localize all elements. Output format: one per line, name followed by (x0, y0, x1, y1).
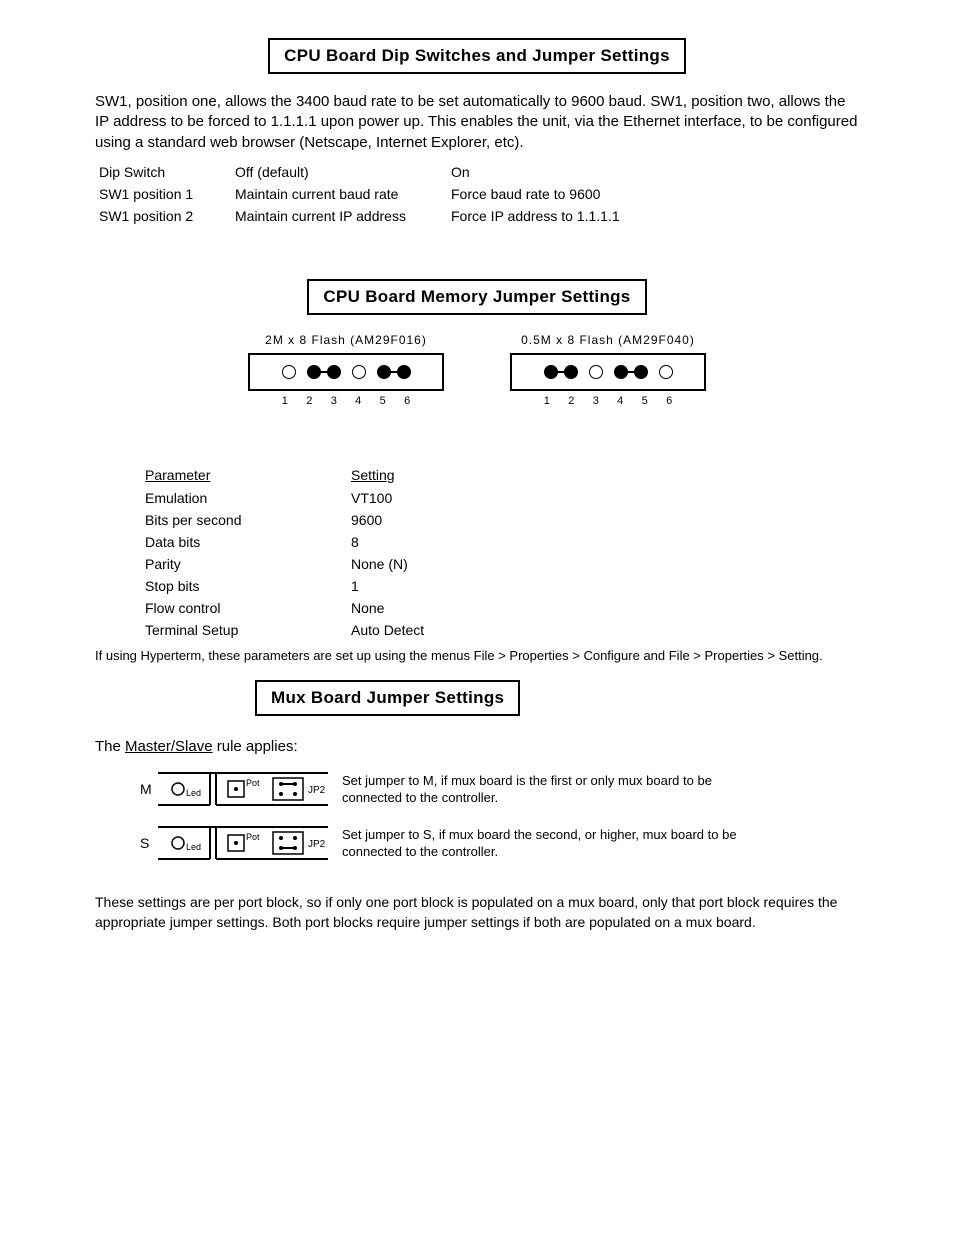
jp2-label: JP2 (308, 785, 326, 796)
jp1-left-n5: 5 (373, 395, 393, 407)
dip-switch-table: Dip Switch Off (default) On SW1 position… (99, 161, 667, 227)
jp1-right-n2: 2 (561, 395, 581, 407)
dip-hdr-switch: Dip Switch (99, 161, 235, 183)
p-r3c1: Data bits (145, 531, 351, 553)
jp1-diagram-row: 2M x 8 Flash (AM29F016) 1 2 3 (85, 333, 869, 409)
terminal-params-table: Parameter Setting EmulationVT100 Bits pe… (145, 463, 460, 641)
hyperterm-note: If using Hyperterm, these parameters are… (95, 647, 859, 665)
jp1-left-pin3 (327, 365, 341, 379)
jp1-left: 2M x 8 Flash (AM29F016) 1 2 3 (248, 333, 444, 409)
jp2-master-diagram: Led Pot JP2 (158, 769, 328, 809)
dip-r2c2: Maintain current IP address (235, 205, 451, 227)
param-hdr-value: Setting (351, 463, 460, 487)
jp1-left-n2: 2 (299, 395, 319, 407)
svg-text:JP2: JP2 (308, 839, 326, 850)
jp2-s-letter: S (140, 835, 150, 851)
jp1-left-pin1 (282, 365, 296, 379)
jp1-left-box (248, 353, 444, 391)
page: CPU Board Dip Switches and Jumper Settin… (0, 0, 954, 1235)
jp1-right-n3: 3 (586, 395, 606, 407)
dip-r2c3: Force IP address to 1.1.1.1 (451, 205, 667, 227)
jp1-left-caption: 2M x 8 Flash (AM29F016) (248, 333, 444, 347)
jp1-right-pin5 (634, 365, 648, 379)
jp1-right-link-1-2 (544, 365, 578, 379)
p-r6c2: None (351, 597, 460, 619)
rule-underline: Master/Slave (125, 738, 213, 755)
jp1-right-pin6 (659, 365, 673, 379)
jp1-right-caption: 0.5M x 8 Flash (AM29F040) (510, 333, 706, 347)
p-r2c2: 9600 (351, 509, 460, 531)
svg-text:Led: Led (186, 842, 201, 852)
jp2-master-row: M Led Pot (140, 769, 869, 809)
dip-hdr-off: Off (default) (235, 161, 451, 183)
jp1-left-n1: 1 (275, 395, 295, 407)
pot-label: Pot (246, 778, 260, 788)
jp1-right-pin3 (589, 365, 603, 379)
p-r6c1: Flow control (145, 597, 351, 619)
p-r7c2: Auto Detect (351, 619, 460, 641)
p-r2c1: Bits per second (145, 509, 351, 531)
jp1-right-n5: 5 (635, 395, 655, 407)
jp1-left-pin6 (397, 365, 411, 379)
jp2-m-letter: M (140, 781, 150, 797)
p-r5c1: Stop bits (145, 575, 351, 597)
svg-text:Pot: Pot (246, 832, 260, 842)
dip-r1c1: SW1 position 1 (99, 183, 235, 205)
jp2-slave-row: S Led Pot JP2 (140, 823, 869, 863)
dip-hdr-on: On (451, 161, 667, 183)
p-r1c2: VT100 (351, 487, 460, 509)
jp1-right-n6: 6 (659, 395, 679, 407)
dip-r1c2: Maintain current baud rate (235, 183, 451, 205)
title-memory-jumpers: CPU Board Memory Jumper Settings (307, 279, 646, 315)
dip-r2c1: SW1 position 2 (99, 205, 235, 227)
jp1-left-link-2-3 (307, 365, 341, 379)
rule-prefix: The (95, 738, 125, 755)
title-cpu-dip-jumpers: CPU Board Dip Switches and Jumper Settin… (268, 38, 686, 74)
jp1-left-numbers: 1 2 3 4 5 6 (248, 391, 444, 409)
p-r7c1: Terminal Setup (145, 619, 351, 641)
jp1-right-numbers: 1 2 3 4 5 6 (510, 391, 706, 409)
jp2-master-text: Set jumper to M, if mux board is the fir… (342, 772, 762, 807)
jp1-right-box (510, 353, 706, 391)
jp1-left-pin4 (352, 365, 366, 379)
p-r4c2: None (N) (351, 553, 460, 575)
jp1-right-pin2 (564, 365, 578, 379)
jp1-left-n6: 6 (397, 395, 417, 407)
p-r4c1: Parity (145, 553, 351, 575)
jp1-right-n4: 4 (610, 395, 630, 407)
jp2-slave-diagram: Led Pot JP2 (158, 823, 328, 863)
jp1-left-n3: 3 (324, 395, 344, 407)
jp1-left-n4: 4 (348, 395, 368, 407)
rule-suffix: rule applies: (213, 738, 298, 755)
p-r1c1: Emulation (145, 487, 351, 509)
intro-paragraph: SW1, position one, allows the 3400 baud … (95, 92, 859, 153)
jp1-left-link-5-6 (377, 365, 411, 379)
jp2-slave-text: Set jumper to S, if mux board the second… (342, 826, 762, 861)
param-hdr-name: Parameter (145, 463, 351, 487)
title-mux-jumpers: Mux Board Jumper Settings (255, 680, 520, 716)
master-slave-rule: The Master/Slave rule applies: (95, 738, 859, 755)
jp1-right-link-4-5 (614, 365, 648, 379)
final-paragraph: These settings are per port block, so if… (95, 893, 859, 932)
p-r3c2: 8 (351, 531, 460, 553)
jp1-right-n1: 1 (537, 395, 557, 407)
jp1-right: 0.5M x 8 Flash (AM29F040) 1 2 3 (510, 333, 706, 409)
led-label: Led (186, 788, 201, 798)
dip-r1c3: Force baud rate to 9600 (451, 183, 667, 205)
p-r5c2: 1 (351, 575, 460, 597)
